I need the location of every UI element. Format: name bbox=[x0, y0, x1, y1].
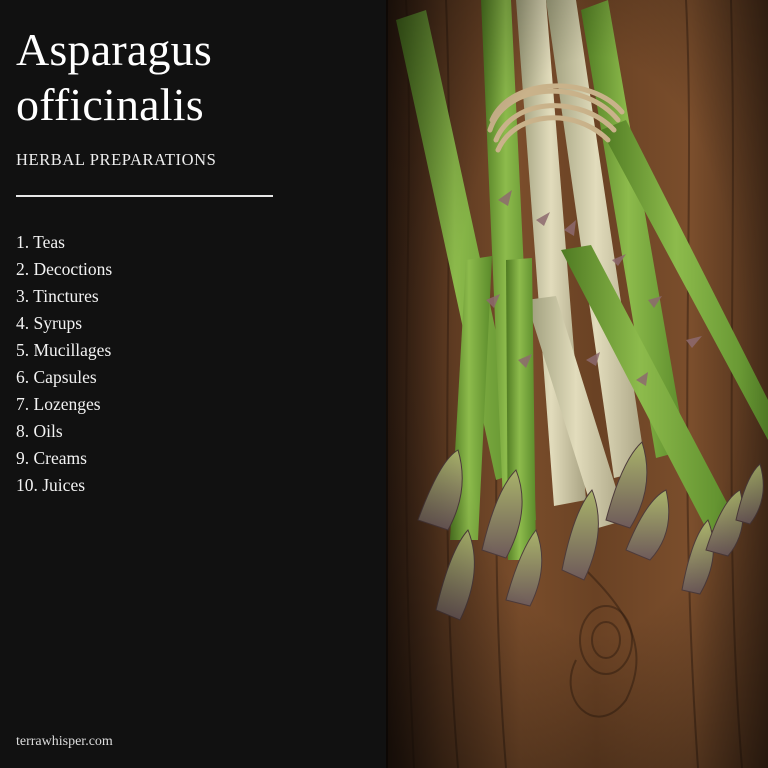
page-title: Asparagus officinalis bbox=[16, 22, 212, 132]
list-item: 7. Lozenges bbox=[16, 394, 101, 414]
preparations-list: 1. Teas 2. Decoctions 3. Tinctures 4. Sy… bbox=[16, 229, 112, 499]
website-footer: terrawhisper.com bbox=[16, 734, 113, 749]
list-item: 2. Decoctions bbox=[16, 259, 113, 279]
list-item: 5. Mucillages bbox=[16, 340, 112, 360]
list-item: 1. Teas bbox=[16, 232, 65, 252]
asparagus-illustration bbox=[386, 0, 768, 768]
info-panel: Asparagus officinalis HERBAL PREPARATION… bbox=[0, 0, 386, 768]
list-item: 4. Syrups bbox=[16, 313, 83, 333]
list-item: 6. Capsules bbox=[16, 367, 97, 387]
title-line-1: Asparagus bbox=[16, 24, 212, 75]
divider bbox=[16, 195, 273, 197]
asparagus-photo bbox=[386, 0, 768, 768]
title-line-2: officinalis bbox=[16, 79, 204, 130]
list-item: 10. Juices bbox=[16, 475, 86, 495]
section-subtitle: HERBAL PREPARATIONS bbox=[16, 150, 217, 169]
photo-vignette bbox=[386, 0, 768, 768]
list-item: 9. Creams bbox=[16, 448, 87, 468]
list-item: 8. Oils bbox=[16, 421, 63, 441]
list-item: 3. Tinctures bbox=[16, 286, 99, 306]
page: Asparagus officinalis HERBAL PREPARATION… bbox=[0, 0, 768, 768]
